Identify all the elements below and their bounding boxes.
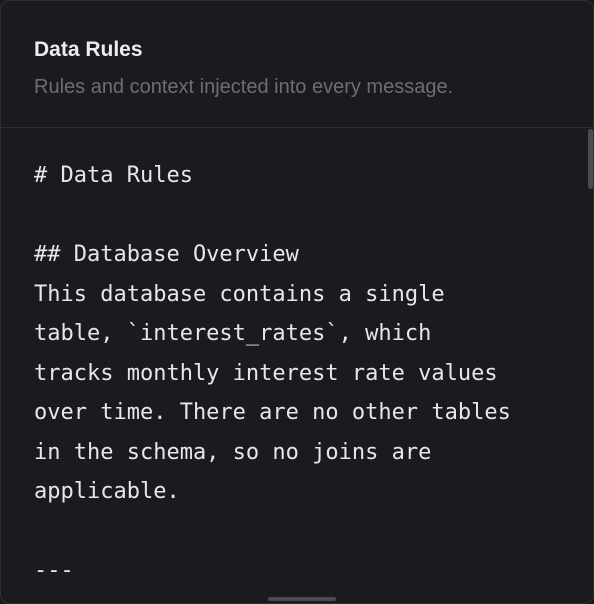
data-rules-panel: Data Rules Rules and context injected in… [0,0,594,604]
panel-subtitle: Rules and context injected into every me… [34,76,454,98]
panel-header: Data Rules Rules and context injected in… [1,1,593,128]
panel-title: Data Rules [34,38,143,61]
rules-editor-text[interactable]: # Data Rules ## Database Overview This d… [34,156,574,591]
editor-scrollbar-thumb[interactable] [588,129,593,189]
rules-editor[interactable]: # Data Rules ## Database Overview This d… [1,129,587,599]
resize-handle[interactable] [268,597,336,601]
editor-scrollbar[interactable] [585,129,593,599]
